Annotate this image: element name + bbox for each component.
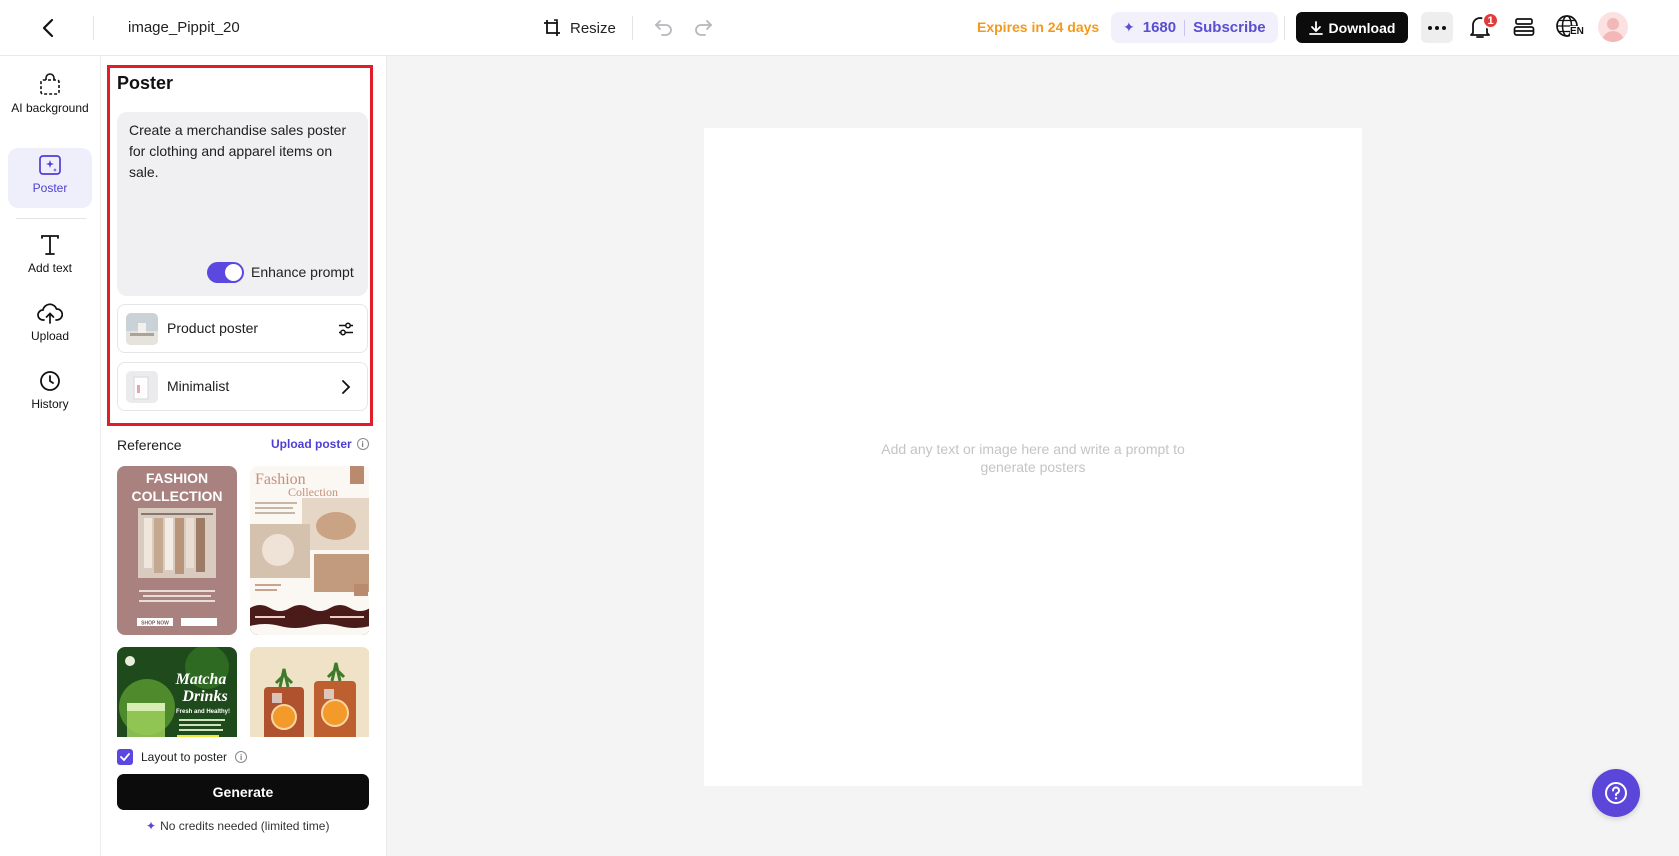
reference-title: Reference [117,437,182,453]
credits-pill[interactable]: ✦ 1680 Subscribe [1111,12,1278,43]
rail-item-add-text[interactable]: Add text [8,228,92,276]
notification-badge: 1 [1482,12,1499,29]
stack-icon [1513,18,1535,36]
more-icon [1428,25,1446,30]
reference-card-button: SHOP NOW [141,621,169,627]
enhance-prompt-label: Enhance prompt [251,264,354,280]
reference-grid: FASHION COLLECTION SHOP NOW Fashion Coll… [117,466,369,737]
rail-item-ai-background[interactable]: AI background [8,66,92,116]
layers-button[interactable] [1513,16,1537,40]
enhance-prompt-toggle[interactable] [207,262,244,283]
reference-card-title: FASHION [146,470,208,486]
back-button[interactable] [36,14,60,42]
sparkle-icon: ✦ [146,819,157,833]
no-credits-text: No credits needed (limited time) [160,819,330,833]
sliders-icon[interactable] [335,318,357,340]
download-button[interactable]: Download [1296,12,1408,43]
subscribe-button[interactable]: Subscribe [1193,19,1266,36]
notification-button[interactable]: 1 [1468,12,1499,42]
panel-title: Poster [117,73,174,93]
text-icon [41,235,59,255]
resize-icon [544,19,560,36]
download-label: Download [1328,19,1396,36]
artboard[interactable]: Add any text or image here and write a p… [704,128,1362,786]
rail-item-label: Add text [27,261,73,275]
user-icon [1602,18,1624,42]
help-button[interactable] [1592,769,1640,817]
question-icon [1605,782,1627,804]
clock-icon [40,371,60,391]
rail-item-label: History [31,397,69,411]
divider [1284,16,1285,40]
download-icon [1308,20,1323,35]
product-poster-option[interactable]: Product poster [117,304,368,353]
option-label: Minimalist [167,378,230,394]
expires-notice: Expires in 24 days [977,19,1100,35]
minimalist-option[interactable]: Minimalist [117,362,368,411]
language-button[interactable]: EN [1555,14,1587,42]
rail-item-label: AI background [11,101,89,115]
tool-rail: AI background Poster Add text Upload His… [0,56,101,856]
undo-icon [654,20,672,36]
divider [632,16,633,40]
resize-label: Resize [570,19,616,37]
reference-card-title: COLLECTION [132,488,223,504]
credits-count: 1680 [1142,19,1177,36]
language-code: EN [1570,26,1584,37]
reference-card[interactable]: Fashion Collection [250,466,369,635]
undo-button[interactable] [652,16,676,40]
upload-poster-label: Upload poster [271,437,352,451]
poster-icon [39,155,61,175]
prompt-text[interactable]: Create a merchandise sales poster for cl… [129,120,359,183]
artboard-hint: Add any text or image here and write a p… [881,441,1185,475]
info-icon[interactable]: i [356,438,369,450]
file-name[interactable]: image_Pippit_20 [128,19,240,36]
option-label: Product poster [167,320,259,336]
rail-item-label: Poster [32,181,68,195]
rail-item-poster[interactable]: Poster [8,148,92,208]
product-poster-thumbnail [126,313,158,345]
check-icon [120,753,130,761]
minimalist-thumbnail [126,371,158,403]
sparkle-icon: ✦ [1123,19,1135,35]
no-credits-note: ✦ No credits needed (limited time) [146,819,329,833]
redo-icon [695,20,713,36]
divider [93,16,94,40]
layout-to-poster-label: Layout to poster [141,750,228,764]
redo-button[interactable] [691,16,715,40]
chevron-left-icon [42,18,54,38]
reference-card[interactable] [250,647,369,737]
rail-item-upload[interactable]: Upload [8,296,92,344]
cloud-upload-icon [37,303,63,324]
toggle-knob [225,264,242,281]
layout-to-poster-checkbox[interactable]: Layout to poster i [117,749,248,765]
info-icon[interactable]: i [235,751,248,763]
checkbox[interactable] [117,749,133,765]
divider [16,218,86,219]
rail-item-label: Upload [30,329,70,343]
reference-card-subtitle: Fresh and Healthy! [176,709,230,715]
avatar[interactable] [1598,12,1628,42]
resize-button[interactable]: Resize [542,15,616,41]
prompt-input[interactable]: Create a merchandise sales poster for cl… [117,112,368,296]
more-button[interactable] [1421,12,1453,43]
reference-card-title: Collection [288,485,338,499]
reference-card-title: Matcha [175,671,227,688]
divider [1184,19,1186,36]
rail-item-history[interactable]: History [8,364,92,412]
generate-button[interactable]: Generate [117,774,369,810]
chevron-right-icon [335,376,357,398]
reference-card[interactable]: FASHION COLLECTION SHOP NOW [117,466,237,635]
reference-card[interactable]: Matcha Drinks Fresh and Healthy! [117,647,237,737]
reference-card-title: Drinks [181,688,227,705]
top-bar: image_Pippit_20 Resize Expires in 24 day… [0,0,1679,56]
bag-icon [40,73,60,95]
upload-poster-link[interactable]: Upload poster i [271,437,369,451]
